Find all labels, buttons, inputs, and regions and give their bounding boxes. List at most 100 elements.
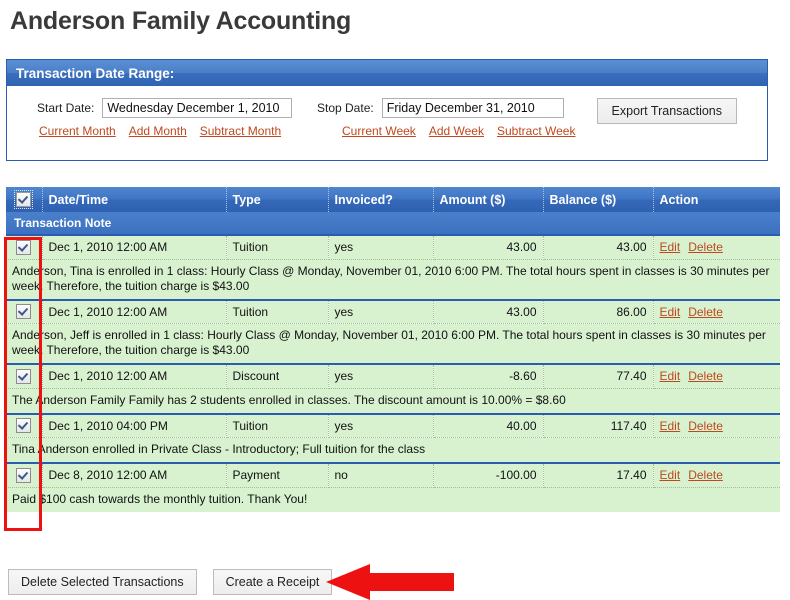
create-a-receipt-button[interactable]: Create a Receipt <box>212 569 333 595</box>
cell-datetime: Dec 8, 2010 12:00 AM <box>42 462 227 488</box>
stop-date-field-group: Stop Date: <box>317 98 564 118</box>
cell-type: Discount <box>226 363 329 389</box>
table-row: Dec 1, 2010 12:00 AM Tuition yes 43.00 86.00… <box>6 298 780 324</box>
row-select-checkbox[interactable] <box>16 418 32 434</box>
page-title: Anderson Family Accounting <box>10 7 352 35</box>
cell-balance: 77.40 <box>543 363 654 389</box>
delete-link[interactable]: Delete <box>688 240 723 254</box>
delete-link[interactable]: Delete <box>688 369 723 383</box>
table-row: Dec 8, 2010 12:00 AM Payment no -100.00 17.4… <box>6 462 780 488</box>
stop-date-input[interactable] <box>381 98 564 118</box>
cell-action: Edit Delete <box>653 412 780 438</box>
cell-amount: 43.00 <box>433 235 544 260</box>
row-select-checkbox[interactable] <box>16 304 32 320</box>
date-range-panel-body: Start Date: Stop Date: Current Month Add… <box>7 86 767 160</box>
cell-action: Edit Delete <box>653 298 780 324</box>
header-invoiced[interactable]: Invoiced? <box>328 187 434 212</box>
cell-action: Edit Delete <box>653 235 780 260</box>
row-select-cell[interactable] <box>6 363 43 389</box>
cell-invoiced: yes <box>328 363 434 389</box>
transaction-note-text: Tina Anderson enrolled in Private Class … <box>6 437 780 463</box>
row-select-cell[interactable] <box>6 412 43 438</box>
table-header-row: Date/Time Type Invoiced? Amount ($) Bala… <box>6 187 780 212</box>
start-date-label: Start Date: <box>37 101 95 115</box>
transaction-note-row: Anderson, Jeff is enrolled in 1 class: H… <box>6 323 780 364</box>
cell-type: Tuition <box>226 412 329 438</box>
edit-link[interactable]: Edit <box>660 240 681 254</box>
header-balance[interactable]: Balance ($) <box>543 187 654 212</box>
row-select-checkbox[interactable] <box>16 239 32 255</box>
cell-action: Edit Delete <box>653 462 780 488</box>
cell-invoiced: yes <box>328 298 434 324</box>
edit-link[interactable]: Edit <box>660 369 681 383</box>
transaction-note-row: Tina Anderson enrolled in Private Class … <box>6 437 780 463</box>
cell-balance: 43.00 <box>543 235 654 260</box>
transaction-note-row: Anderson, Tina is enrolled in 1 class: H… <box>6 259 780 300</box>
cell-type: Payment <box>226 462 329 488</box>
delete-link[interactable]: Delete <box>688 419 723 433</box>
cell-type: Tuition <box>226 298 329 324</box>
table-row: Dec 1, 2010 04:00 PM Tuition yes 40.00 117.4… <box>6 412 780 438</box>
transaction-note-header-row: Transaction Note <box>6 212 780 236</box>
table-row: Dec 1, 2010 12:00 AM Discount yes -8.60 77.4… <box>6 363 780 389</box>
cell-datetime: Dec 1, 2010 12:00 AM <box>42 235 227 260</box>
stop-date-label: Stop Date: <box>317 101 374 115</box>
add-week-link[interactable]: Add Week <box>429 124 484 138</box>
add-month-link[interactable]: Add Month <box>129 124 187 138</box>
row-select-checkbox[interactable] <box>16 368 32 384</box>
start-date-field-group: Start Date: <box>37 98 293 118</box>
cell-invoiced: yes <box>328 412 434 438</box>
transaction-note-row: Paid $100 cash towards the monthly tuiti… <box>6 487 780 512</box>
cell-balance: 117.40 <box>543 412 654 438</box>
select-all-header-cell[interactable] <box>6 187 43 212</box>
cell-datetime: Dec 1, 2010 04:00 PM <box>42 412 227 438</box>
header-amount[interactable]: Amount ($) <box>433 187 544 212</box>
header-action[interactable]: Action <box>653 187 780 212</box>
cell-datetime: Dec 1, 2010 12:00 AM <box>42 298 227 324</box>
transaction-date-range-panel: Transaction Date Range: Start Date: Stop… <box>6 59 768 161</box>
cell-invoiced: yes <box>328 235 434 260</box>
delete-link[interactable]: Delete <box>688 468 723 482</box>
export-transactions-button[interactable]: Export Transactions <box>596 98 737 124</box>
subtract-week-link[interactable]: Subtract Week <box>497 124 575 138</box>
transaction-note-text: Anderson, Tina is enrolled in 1 class: H… <box>6 259 780 300</box>
subtract-month-link[interactable]: Subtract Month <box>200 124 281 138</box>
header-datetime[interactable]: Date/Time <box>42 187 227 212</box>
cell-amount: 40.00 <box>433 412 544 438</box>
stop-date-quick-links: Current Week Add Week Subtract Week <box>342 124 575 138</box>
cell-amount: -8.60 <box>433 363 544 389</box>
transaction-note-text: Paid $100 cash towards the monthly tuiti… <box>6 487 780 512</box>
start-date-input[interactable] <box>102 98 293 118</box>
transactions-table: Date/Time Type Invoiced? Amount ($) Bala… <box>6 187 780 512</box>
row-select-cell[interactable] <box>6 235 43 260</box>
red-annotation-arrow <box>326 564 454 600</box>
select-all-checkbox[interactable] <box>14 190 34 210</box>
transaction-note-text: Anderson, Jeff is enrolled in 1 class: H… <box>6 323 780 364</box>
cell-amount: 43.00 <box>433 298 544 324</box>
cell-action: Edit Delete <box>653 363 780 389</box>
cell-amount: -100.00 <box>433 462 544 488</box>
cell-datetime: Dec 1, 2010 12:00 AM <box>42 363 227 389</box>
row-select-cell[interactable] <box>6 462 43 488</box>
delete-selected-transactions-button[interactable]: Delete Selected Transactions <box>8 569 197 595</box>
start-date-quick-links: Current Month Add Month Subtract Month <box>39 124 281 138</box>
edit-link[interactable]: Edit <box>660 468 681 482</box>
row-select-checkbox[interactable] <box>16 467 32 483</box>
bottom-action-bar: Delete Selected Transactions Create a Re… <box>8 569 333 595</box>
date-range-panel-title: Transaction Date Range: <box>6 59 768 86</box>
cell-balance: 17.40 <box>543 462 654 488</box>
header-type[interactable]: Type <box>226 187 329 212</box>
current-month-link[interactable]: Current Month <box>39 124 116 138</box>
edit-link[interactable]: Edit <box>660 419 681 433</box>
delete-link[interactable]: Delete <box>688 305 723 319</box>
cell-invoiced: no <box>328 462 434 488</box>
transaction-note-text: The Anderson Family Family has 2 student… <box>6 388 780 414</box>
current-week-link[interactable]: Current Week <box>342 124 416 138</box>
cell-type: Tuition <box>226 235 329 260</box>
row-select-cell[interactable] <box>6 298 43 324</box>
edit-link[interactable]: Edit <box>660 305 681 319</box>
transactions-table-body: Dec 1, 2010 12:00 AM Tuition yes 43.00 43.00… <box>6 235 780 512</box>
cell-balance: 86.00 <box>543 298 654 324</box>
table-row: Dec 1, 2010 12:00 AM Tuition yes 43.00 43.00… <box>6 235 780 260</box>
transaction-note-header: Transaction Note <box>6 212 780 236</box>
